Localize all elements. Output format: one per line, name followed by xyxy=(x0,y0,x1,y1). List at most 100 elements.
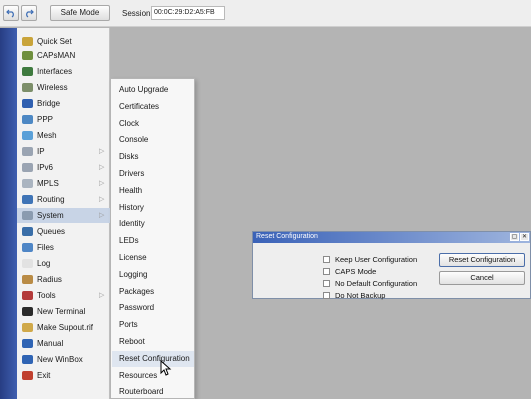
caps-mode-option[interactable]: CAPS Mode xyxy=(323,266,376,277)
session-label: Session: xyxy=(122,9,153,18)
sidebar-item-ppp[interactable]: PPP xyxy=(17,112,110,127)
submenu-item-password[interactable]: Password xyxy=(112,300,194,316)
submenu-item-clock[interactable]: Clock xyxy=(112,116,194,132)
submenu-item-reboot[interactable]: Reboot xyxy=(112,334,194,350)
brand-strip xyxy=(0,28,17,399)
sidebar-item-mesh[interactable]: Mesh xyxy=(17,128,110,143)
sidebar-item-capsman[interactable]: CAPsMAN xyxy=(17,48,110,63)
sidebar-item-label: MPLS xyxy=(37,179,59,188)
sidebar-item-routing[interactable]: Routing ▷ xyxy=(17,192,110,207)
sidebar-item-tools[interactable]: Tools ▷ xyxy=(17,288,110,303)
sidebar-item-bridge[interactable]: Bridge xyxy=(17,96,110,111)
caps-mode-checkbox[interactable] xyxy=(323,268,330,275)
sidebar-item-system[interactable]: System ▷ xyxy=(17,208,110,223)
toolbar: Safe Mode Session: 00:0C:29:D2:A5:FB xyxy=(0,0,531,27)
sidebar-item-radius[interactable]: Radius xyxy=(17,272,110,287)
sidebar-item-label: IPv6 xyxy=(37,163,54,172)
submenu-item-logging[interactable]: Logging xyxy=(112,267,194,283)
submenu-item-history[interactable]: History xyxy=(112,200,194,216)
no-default-configuration-option[interactable]: No Default Configuration xyxy=(323,278,417,289)
cancel-button[interactable]: Cancel xyxy=(439,271,525,285)
submenu-item-resources[interactable]: Resources xyxy=(112,368,194,384)
safe-mode-button[interactable]: Safe Mode xyxy=(50,5,110,21)
close-icon[interactable]: ✕ xyxy=(520,233,529,241)
ipv6-icon xyxy=(22,163,33,172)
submenu-arrow-icon: ▷ xyxy=(99,180,105,187)
ip-icon xyxy=(22,147,33,156)
sidebar-item-label: System xyxy=(37,211,64,220)
log-icon xyxy=(22,259,33,268)
dialog-title: Reset Configuration xyxy=(256,233,318,240)
sidebar-item-interfaces[interactable]: Interfaces xyxy=(17,64,110,79)
submenu-item-routerboard[interactable]: Routerboard xyxy=(112,384,194,399)
sidebar-item-label: New Terminal xyxy=(37,307,86,316)
mpls-icon xyxy=(22,179,33,188)
submenu-item-disks[interactable]: Disks xyxy=(112,149,194,165)
sidebar-item-label: Mesh xyxy=(37,131,57,140)
submenu-item-health[interactable]: Health xyxy=(112,183,194,199)
submenu-item-certificates[interactable]: Certificates xyxy=(112,99,194,115)
reset-configuration-button[interactable]: Reset Configuration xyxy=(439,253,525,267)
caps-mode-label: CAPS Mode xyxy=(335,267,377,276)
sidebar-item-label: Interfaces xyxy=(37,67,73,76)
redo-button[interactable] xyxy=(21,5,37,21)
do-not-backup-checkbox[interactable] xyxy=(323,292,330,299)
dialog-title-bar[interactable]: Reset Configuration ▢ ✕ xyxy=(253,232,530,243)
mesh-icon xyxy=(22,131,33,140)
submenu-arrow-icon: ▷ xyxy=(99,148,105,155)
restore-icon[interactable]: ▢ xyxy=(510,233,519,241)
submenu-arrow-icon: ▷ xyxy=(99,212,105,219)
submenu-item-ports[interactable]: Ports xyxy=(112,317,194,333)
submenu-item-packages[interactable]: Packages xyxy=(112,284,194,300)
undo-icon xyxy=(6,9,14,18)
sidebar-item-label: Wireless xyxy=(37,83,68,92)
submenu-item-license[interactable]: License xyxy=(112,250,194,266)
interfaces-icon xyxy=(22,67,33,76)
submenu-item-reset-configuration[interactable]: Reset Configuration xyxy=(112,350,194,367)
sidebar-item-wireless[interactable]: Wireless xyxy=(17,80,110,95)
winbox-icon xyxy=(22,355,33,364)
capsman-icon xyxy=(22,51,33,60)
sidebar-item-files[interactable]: Files xyxy=(17,240,110,255)
sidebar-item-label: CAPsMAN xyxy=(37,51,76,60)
keep-user-configuration-checkbox[interactable] xyxy=(323,256,330,263)
sidebar-item-ip[interactable]: IP ▷ xyxy=(17,144,110,159)
sidebar-item-label: Manual xyxy=(37,339,64,348)
sidebar-item-manual[interactable]: Manual xyxy=(17,336,110,351)
submenu-item-leds[interactable]: LEDs xyxy=(112,233,194,249)
submenu-item-console[interactable]: Console xyxy=(112,132,194,148)
do-not-backup-option[interactable]: Do Not Backup xyxy=(323,290,385,301)
system-icon xyxy=(22,211,33,220)
no-default-configuration-checkbox[interactable] xyxy=(323,280,330,287)
sidebar-item-log[interactable]: Log xyxy=(17,256,110,271)
undo-button[interactable] xyxy=(3,5,19,21)
submenu-item-identity[interactable]: Identity xyxy=(112,216,194,232)
submenu-item-auto-upgrade[interactable]: Auto Upgrade xyxy=(112,82,194,98)
do-not-backup-label: Do Not Backup xyxy=(335,291,386,300)
files-icon xyxy=(22,243,33,252)
sidebar-item-new-terminal[interactable]: New Terminal xyxy=(17,304,110,319)
sidebar-item-exit[interactable]: Exit xyxy=(17,368,110,383)
terminal-icon xyxy=(22,307,33,316)
no-default-configuration-label: No Default Configuration xyxy=(335,279,418,288)
routing-icon xyxy=(22,195,33,204)
sidebar-item-queues[interactable]: Queues xyxy=(17,224,110,239)
keep-user-configuration-option[interactable]: Keep User Configuration xyxy=(323,254,417,265)
sidebar-item-new-winbox[interactable]: New WinBox xyxy=(17,352,110,367)
sidebar-item-make-supout-rif[interactable]: Make Supout.rif xyxy=(17,320,110,335)
radius-icon xyxy=(22,275,33,284)
submenu-item-drivers[interactable]: Drivers xyxy=(112,166,194,182)
sidebar-item-quick-set[interactable]: Quick Set xyxy=(17,34,110,49)
sidebar-item-label: Log xyxy=(37,259,51,268)
sidebar-item-mpls[interactable]: MPLS ▷ xyxy=(17,176,110,191)
sidebar-item-label: IP xyxy=(37,147,45,156)
manual-icon xyxy=(22,339,33,348)
session-field[interactable]: 00:0C:29:D2:A5:FB xyxy=(151,6,225,20)
sidebar-item-label: Files xyxy=(37,243,54,252)
submenu-arrow-icon: ▷ xyxy=(99,292,105,299)
quick-set-icon xyxy=(22,37,33,46)
sidebar-item-ipv6[interactable]: IPv6 ▷ xyxy=(17,160,110,175)
sidebar-item-label: Queues xyxy=(37,227,66,236)
sidebar-menu: Quick Set CAPsMAN Interfaces Wireless Bridge… xyxy=(17,28,110,399)
sidebar-item-label: New WinBox xyxy=(37,355,83,364)
